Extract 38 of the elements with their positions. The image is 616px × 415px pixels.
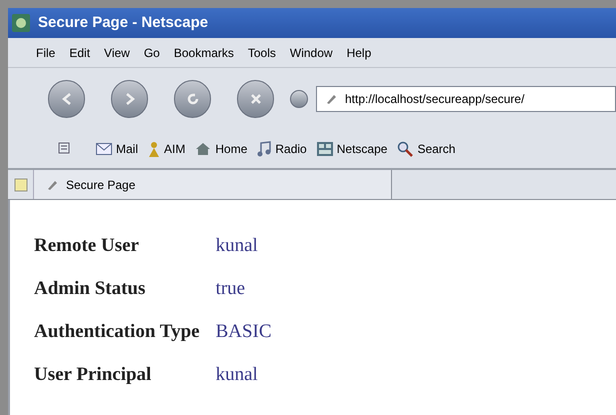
stop-button[interactable] xyxy=(237,80,274,118)
field-value: kunal xyxy=(216,234,259,257)
bookmark-button[interactable]: Mail xyxy=(96,140,138,158)
bookmark-button[interactable]: AIM xyxy=(148,140,186,158)
house-icon xyxy=(195,142,212,156)
field-value: true xyxy=(216,277,246,300)
bookmark-button[interactable]: Search xyxy=(397,140,456,158)
search-icon xyxy=(397,141,414,157)
reload-button[interactable] xyxy=(174,80,211,118)
dropdown-button[interactable] xyxy=(290,90,308,108)
field-label: User Principal xyxy=(34,363,152,386)
bookmark-button[interactable]: Radio xyxy=(257,140,307,158)
bookmark-button[interactable]: Netscape xyxy=(316,140,388,158)
field-label: Admin Status xyxy=(34,277,146,300)
app-icon xyxy=(12,14,30,32)
menu-item[interactable]: Tools xyxy=(248,44,276,62)
menu-item[interactable]: Edit xyxy=(69,44,90,62)
bookmark-button[interactable]: Home xyxy=(195,140,248,158)
address-field[interactable]: http://localhost/secureapp/secure/ xyxy=(316,86,616,112)
menu-item[interactable]: View xyxy=(104,44,130,62)
forward-button[interactable] xyxy=(111,80,148,118)
music-note-icon xyxy=(257,141,272,157)
back-button[interactable] xyxy=(48,80,85,118)
field-value: kunal xyxy=(216,363,259,386)
menu-item[interactable]: Go xyxy=(144,44,160,62)
tab[interactable]: Secure Page xyxy=(34,170,392,199)
field-value: BASIC xyxy=(216,320,272,343)
window-title: Secure Page - Netscape xyxy=(38,12,208,33)
new-tab-icon xyxy=(14,178,28,192)
menu-item[interactable]: Help xyxy=(346,44,372,62)
menu-item[interactable]: File xyxy=(36,44,56,62)
field-label: Authentication Type xyxy=(34,320,200,343)
field-label: Remote User xyxy=(34,234,140,257)
menu-item[interactable]: Window xyxy=(290,44,333,62)
menu-item[interactable]: Bookmarks xyxy=(174,44,234,62)
envelope-icon xyxy=(96,143,112,155)
figure-icon xyxy=(148,141,160,157)
grid-icon xyxy=(316,142,333,156)
